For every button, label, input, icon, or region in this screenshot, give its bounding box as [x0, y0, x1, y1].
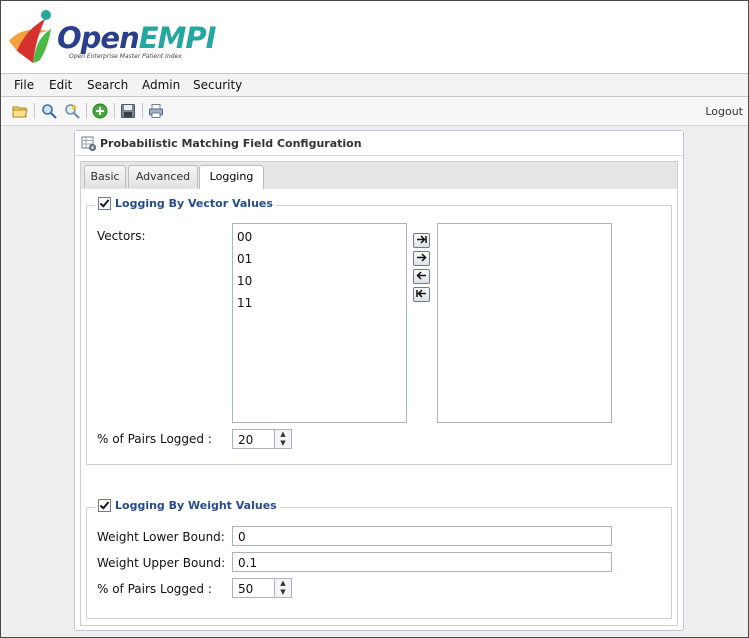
- weight-lower-bound-label: Weight Lower Bound:: [97, 530, 225, 544]
- spinner-down-icon[interactable]: ▼: [275, 439, 291, 448]
- weight-pairs-logged-input[interactable]: 50: [232, 578, 275, 598]
- logout-link[interactable]: Logout: [705, 105, 743, 118]
- vector-logging-legend: Logging By Vector Values: [95, 197, 276, 210]
- toolbar: Logout: [1, 97, 748, 126]
- add-selected-button[interactable]: [413, 251, 430, 266]
- vector-pairs-logged-input[interactable]: 20: [232, 429, 275, 449]
- tab-basic[interactable]: Basic: [84, 165, 126, 188]
- left-arrow-icon: [416, 271, 426, 280]
- weight-lower-bound-input[interactable]: 0: [232, 526, 612, 546]
- menu-security[interactable]: Security: [193, 78, 242, 92]
- app-header: OpenEMPI Open Enterprise Master Patient …: [1, 1, 748, 74]
- toolbar-separator: [142, 103, 143, 119]
- vector-pairs-logged-label: % of Pairs Logged :: [97, 432, 212, 446]
- app-logo-subtitle: Open Enterprise Master Patient Index: [69, 53, 182, 60]
- tab-logging[interactable]: Logging: [199, 165, 264, 190]
- weight-logging-group: Logging By Weight Values Weight Lower Bo…: [86, 499, 672, 619]
- open-folder-icon[interactable]: [12, 103, 28, 119]
- weight-logging-checkbox[interactable]: [98, 499, 111, 512]
- weight-logging-legend: Logging By Weight Values: [95, 499, 280, 512]
- available-vectors-list[interactable]: 00 01 10 11: [232, 223, 407, 423]
- vector-logging-group: Logging By Vector Values Vectors: 00 01 …: [86, 197, 672, 465]
- right-arrow-icon: [417, 253, 427, 262]
- panel-header: Probabilistic Matching Field Configurati…: [75, 131, 683, 156]
- toolbar-separator: [86, 103, 87, 119]
- list-item[interactable]: 01: [237, 252, 252, 266]
- menu-file[interactable]: File: [14, 78, 34, 92]
- list-item[interactable]: 11: [237, 296, 252, 310]
- save-icon[interactable]: [120, 103, 136, 119]
- panel-title: Probabilistic Matching Field Configurati…: [100, 137, 362, 150]
- vectors-label: Vectors:: [97, 229, 146, 243]
- menu-admin[interactable]: Admin: [142, 78, 180, 92]
- print-icon[interactable]: [148, 103, 164, 119]
- weight-upper-bound-label: Weight Upper Bound:: [97, 556, 226, 570]
- toolbar-separator: [114, 103, 115, 119]
- vector-logging-checkbox[interactable]: [98, 197, 111, 210]
- spinner-down-icon[interactable]: ▼: [275, 588, 291, 597]
- app-logo-text: OpenEMPI: [57, 21, 216, 55]
- add-all-button[interactable]: [413, 233, 430, 248]
- tab-strip: Basic Advanced Logging: [80, 161, 678, 191]
- tab-advanced[interactable]: Advanced: [128, 165, 198, 188]
- remove-all-button[interactable]: [413, 287, 430, 302]
- search-icon[interactable]: [41, 103, 57, 119]
- weight-upper-bound-input[interactable]: 0.1: [232, 552, 612, 572]
- settings-grid-icon: [81, 136, 96, 151]
- menu-search[interactable]: Search: [87, 78, 128, 92]
- menu-bar: File Edit Search Admin Security: [1, 74, 748, 97]
- list-item[interactable]: 10: [237, 274, 252, 288]
- weight-pairs-logged-label: % of Pairs Logged :: [97, 582, 212, 596]
- vector-pairs-spinner[interactable]: ▲ ▼: [275, 429, 292, 449]
- spinner-up-icon[interactable]: ▲: [275, 579, 291, 588]
- selected-vectors-list[interactable]: [437, 223, 612, 423]
- logging-tab-content: Logging By Vector Values Vectors: 00 01 …: [80, 189, 678, 626]
- remove-selected-button[interactable]: [413, 269, 430, 284]
- openempi-logo-icon: [9, 10, 51, 63]
- vector-logging-label: Logging By Vector Values: [115, 197, 273, 210]
- double-left-arrow-icon: [416, 289, 426, 298]
- spinner-up-icon[interactable]: ▲: [275, 430, 291, 439]
- app-window: OpenEMPI Open Enterprise Master Patient …: [0, 0, 749, 638]
- toolbar-separator: [34, 103, 35, 119]
- double-right-arrow-icon: [417, 235, 427, 244]
- advanced-search-icon[interactable]: [64, 103, 80, 119]
- add-icon[interactable]: [92, 103, 108, 119]
- matching-config-panel: Probabilistic Matching Field Configurati…: [74, 130, 684, 631]
- weight-logging-label: Logging By Weight Values: [115, 499, 277, 512]
- menu-edit[interactable]: Edit: [49, 78, 72, 92]
- weight-pairs-spinner[interactable]: ▲ ▼: [275, 578, 292, 598]
- list-item[interactable]: 00: [237, 230, 252, 244]
